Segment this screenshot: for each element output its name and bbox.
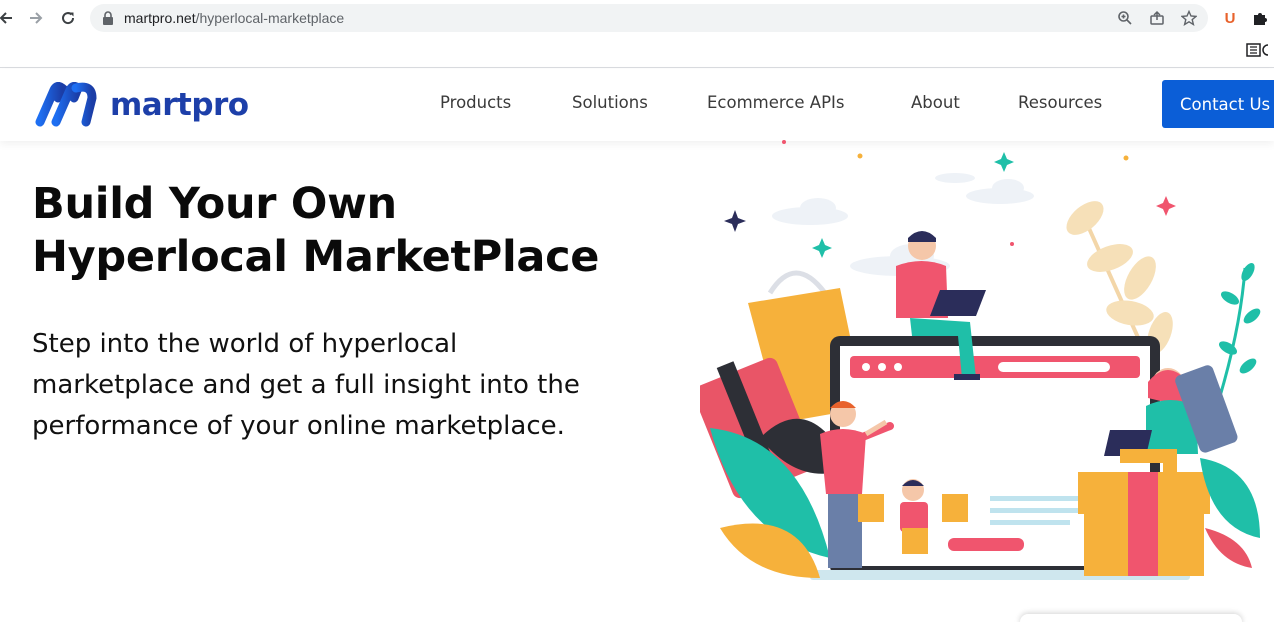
forward-button[interactable]: [24, 6, 48, 30]
bookmarks-bar: [0, 36, 1274, 68]
share-icon: [1150, 10, 1164, 25]
nav-ecommerce-apis[interactable]: Ecommerce APIs: [707, 93, 844, 112]
gift-box-icon: [1078, 472, 1210, 576]
back-arrow-icon: [0, 12, 12, 24]
browser-toolbar: martpro.net/hyperlocal-marketplace U: [0, 0, 1274, 36]
url-path: /hyperlocal-marketplace: [195, 10, 345, 26]
hero-title: Build Your Own Hyperlocal MarketPlace: [32, 178, 672, 284]
bookmark-star-button[interactable]: [1180, 9, 1198, 27]
url-text: martpro.net/hyperlocal-marketplace: [124, 10, 344, 26]
martpro-logo-icon: [35, 82, 97, 127]
extension-u-icon: U: [1224, 9, 1236, 27]
nav-about[interactable]: About: [911, 93, 960, 112]
lock-icon: [103, 11, 113, 25]
contact-us-button[interactable]: Contact Us: [1162, 80, 1274, 128]
address-bar[interactable]: martpro.net/hyperlocal-marketplace: [90, 4, 1208, 32]
hero-subtitle-line: performance of your online marketplace.: [32, 411, 565, 441]
reading-list-button[interactable]: [1246, 42, 1270, 62]
hero-illustration: [700, 140, 1261, 580]
forward-arrow-icon: [30, 12, 43, 24]
reload-icon: [62, 12, 75, 25]
reload-button[interactable]: [56, 6, 80, 30]
hero-subtitle-line: Step into the world of hyperlocal: [32, 329, 458, 359]
nav-products[interactable]: Products: [440, 93, 511, 112]
extensions-button[interactable]: [1250, 8, 1270, 28]
hero-subtitle: Step into the world of hyperlocal market…: [32, 324, 672, 447]
logo-text: martpro: [110, 87, 249, 123]
sparkle-icon: [724, 140, 1176, 258]
share-button[interactable]: [1148, 9, 1166, 27]
zoom-button[interactable]: [1116, 9, 1134, 27]
nav-resources[interactable]: Resources: [1018, 93, 1102, 112]
hero-subtitle-line: marketplace and get a full insight into …: [32, 370, 580, 400]
zoom-icon: [1118, 11, 1132, 25]
back-button[interactable]: [0, 6, 18, 30]
chat-widget-tab[interactable]: [1020, 614, 1242, 622]
star-icon: [1181, 10, 1197, 26]
site-header: martpro Products Solutions Ecommerce API…: [0, 69, 1274, 141]
puzzle-icon: [1254, 13, 1267, 25]
url-host: martpro.net: [124, 10, 196, 26]
martpro-logo[interactable]: martpro: [34, 82, 249, 128]
nav-solutions[interactable]: Solutions: [572, 93, 648, 112]
hero-title-line: Hyperlocal MarketPlace: [32, 232, 600, 282]
cloud-icon: [772, 173, 1034, 276]
reading-list-icon: [1246, 43, 1269, 57]
hero-title-line: Build Your Own: [32, 179, 397, 229]
extension-u-button[interactable]: U: [1220, 8, 1240, 28]
